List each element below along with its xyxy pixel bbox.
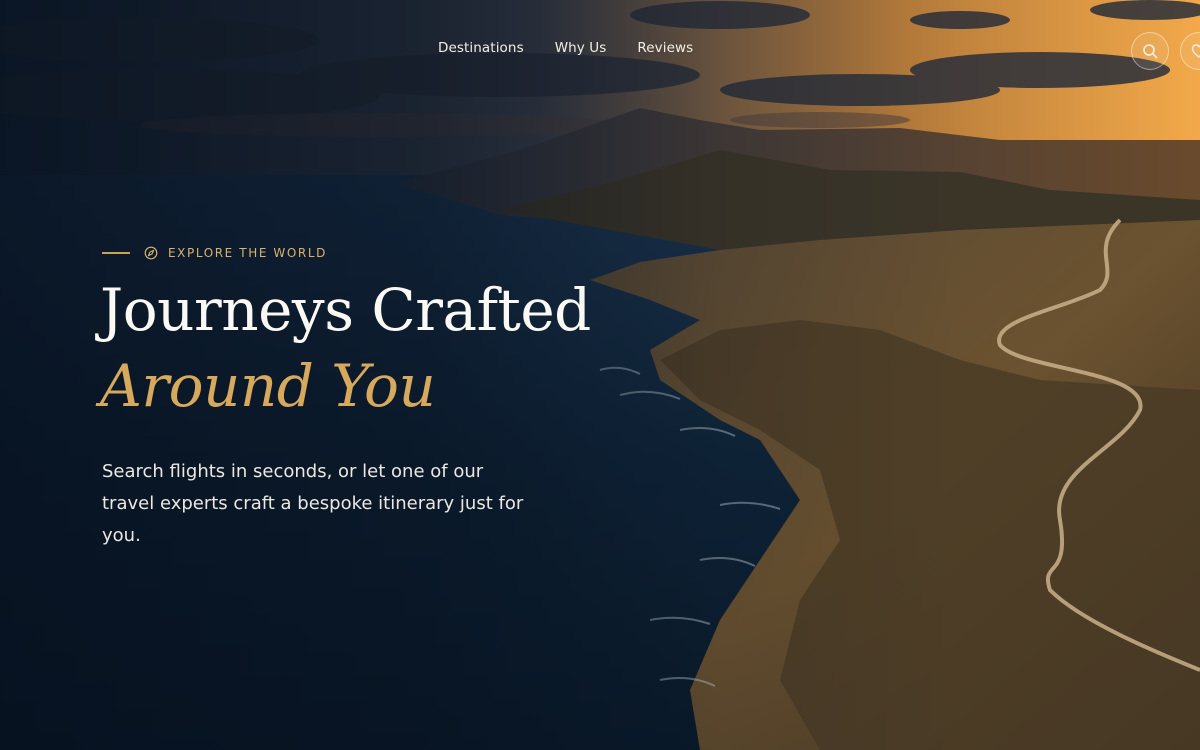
search-icon bbox=[1143, 44, 1158, 59]
nav-link-destinations[interactable]: Destinations bbox=[438, 40, 524, 56]
search-button[interactable] bbox=[1131, 32, 1169, 70]
compass-icon bbox=[144, 246, 158, 260]
eyebrow: EXPLORE THE WORLD bbox=[102, 246, 327, 260]
hero-subtitle: Search flights in seconds, or let one of… bbox=[102, 461, 524, 546]
eyebrow-text: EXPLORE THE WORLD bbox=[168, 246, 328, 260]
main-nav: Destinations Why Us Reviews bbox=[0, 32, 1200, 70]
hero-title-line1: Journeys Crafted bbox=[100, 276, 591, 344]
hero-title-accent: Around You bbox=[100, 352, 436, 420]
nav-links: Destinations Why Us Reviews bbox=[438, 40, 693, 56]
heart-icon bbox=[1191, 44, 1200, 58]
eyebrow-line bbox=[102, 252, 130, 254]
hero-title: Journeys Crafted Around You bbox=[100, 272, 591, 424]
nav-link-reviews[interactable]: Reviews bbox=[637, 40, 693, 56]
nav-link-why-us[interactable]: Why Us bbox=[555, 40, 607, 56]
